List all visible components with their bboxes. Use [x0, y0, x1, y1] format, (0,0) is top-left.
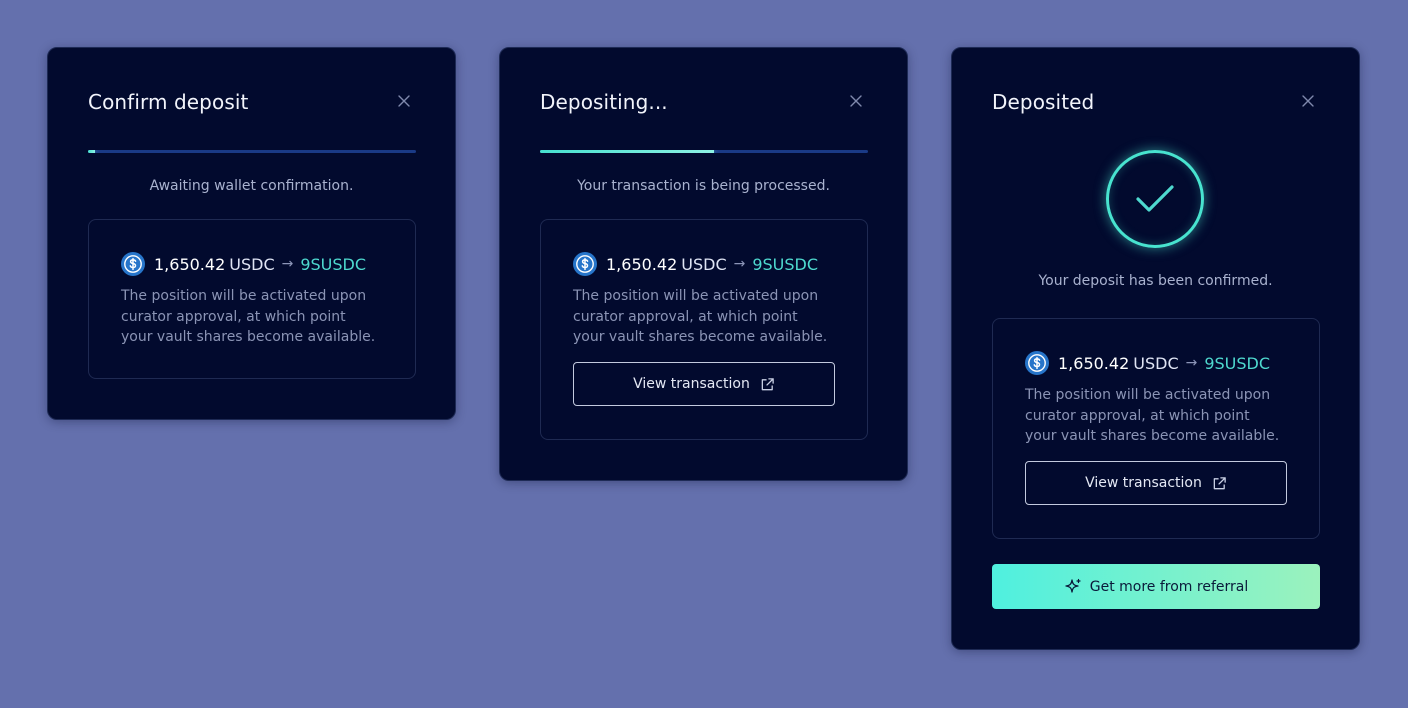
close-icon[interactable] [1301, 94, 1315, 108]
deposit-summary: 1,650.42 USDC → 9SUSDC The position will… [88, 219, 416, 379]
usdc-icon [121, 252, 145, 276]
close-icon[interactable] [397, 94, 411, 108]
view-transaction-label: View transaction [633, 376, 750, 392]
deposit-summary: 1,650.42 USDC → 9SUSDC The position will… [540, 219, 868, 440]
progress-fill [540, 150, 714, 153]
amount-row: 1,650.42 USDC → 9SUSDC [573, 252, 818, 276]
status-text: Your deposit has been confirmed. [1038, 273, 1273, 289]
view-transaction-label: View transaction [1085, 475, 1202, 491]
modal-title: Depositing... [540, 90, 668, 114]
progress-bar [540, 150, 868, 153]
view-transaction-button[interactable]: View transaction [1025, 461, 1287, 505]
source-token: USDC [1133, 353, 1179, 373]
amount-row: 1,650.42 USDC → 9SUSDC [121, 252, 366, 276]
close-icon[interactable] [849, 94, 863, 108]
referral-button[interactable]: Get more from referral [992, 564, 1320, 609]
status-text: Your transaction is being processed. [577, 178, 830, 194]
usdc-icon [1025, 351, 1049, 375]
deposited-modal: Deposited Your deposit has been confirme… [951, 47, 1360, 650]
success-check-circle [1106, 150, 1204, 248]
position-description: The position will be activated upon cura… [573, 288, 828, 345]
view-transaction-button[interactable]: View transaction [573, 362, 835, 406]
arrow-right-icon: → [733, 256, 746, 272]
usdc-icon [573, 252, 597, 276]
target-token: 9SUSDC [1204, 353, 1271, 373]
status-text: Awaiting wallet confirmation. [149, 178, 354, 194]
deposit-summary: 1,650.42 USDC → 9SUSDC The position will… [992, 318, 1320, 539]
source-token: USDC [229, 254, 275, 274]
arrow-right-icon: → [281, 256, 294, 272]
deposit-amount: 1,650.42 [154, 254, 226, 274]
confirm-deposit-modal: Confirm deposit Awaiting wallet confirma… [47, 47, 456, 420]
modal-title: Confirm deposit [88, 90, 249, 114]
deposit-amount: 1,650.42 [1058, 353, 1130, 373]
position-description: The position will be activated upon cura… [1025, 387, 1280, 444]
deposit-amount: 1,650.42 [606, 254, 678, 274]
amount-row: 1,650.42 USDC → 9SUSDC [1025, 351, 1270, 375]
target-token: 9SUSDC [752, 254, 819, 274]
check-icon [1136, 185, 1174, 212]
arrow-right-icon: → [1185, 355, 1198, 371]
referral-button-label: Get more from referral [1089, 578, 1249, 595]
sparkle-icon [1065, 578, 1081, 593]
source-token: USDC [681, 254, 727, 274]
depositing-modal: Depositing... Your transaction is being … [499, 47, 908, 481]
modal-title: Deposited [992, 90, 1095, 114]
target-token: 9SUSDC [300, 254, 367, 274]
external-link-icon [761, 377, 774, 390]
external-link-icon [1213, 476, 1226, 489]
progress-bar [88, 150, 416, 153]
progress-fill [88, 150, 95, 153]
position-description: The position will be activated upon cura… [121, 288, 376, 345]
